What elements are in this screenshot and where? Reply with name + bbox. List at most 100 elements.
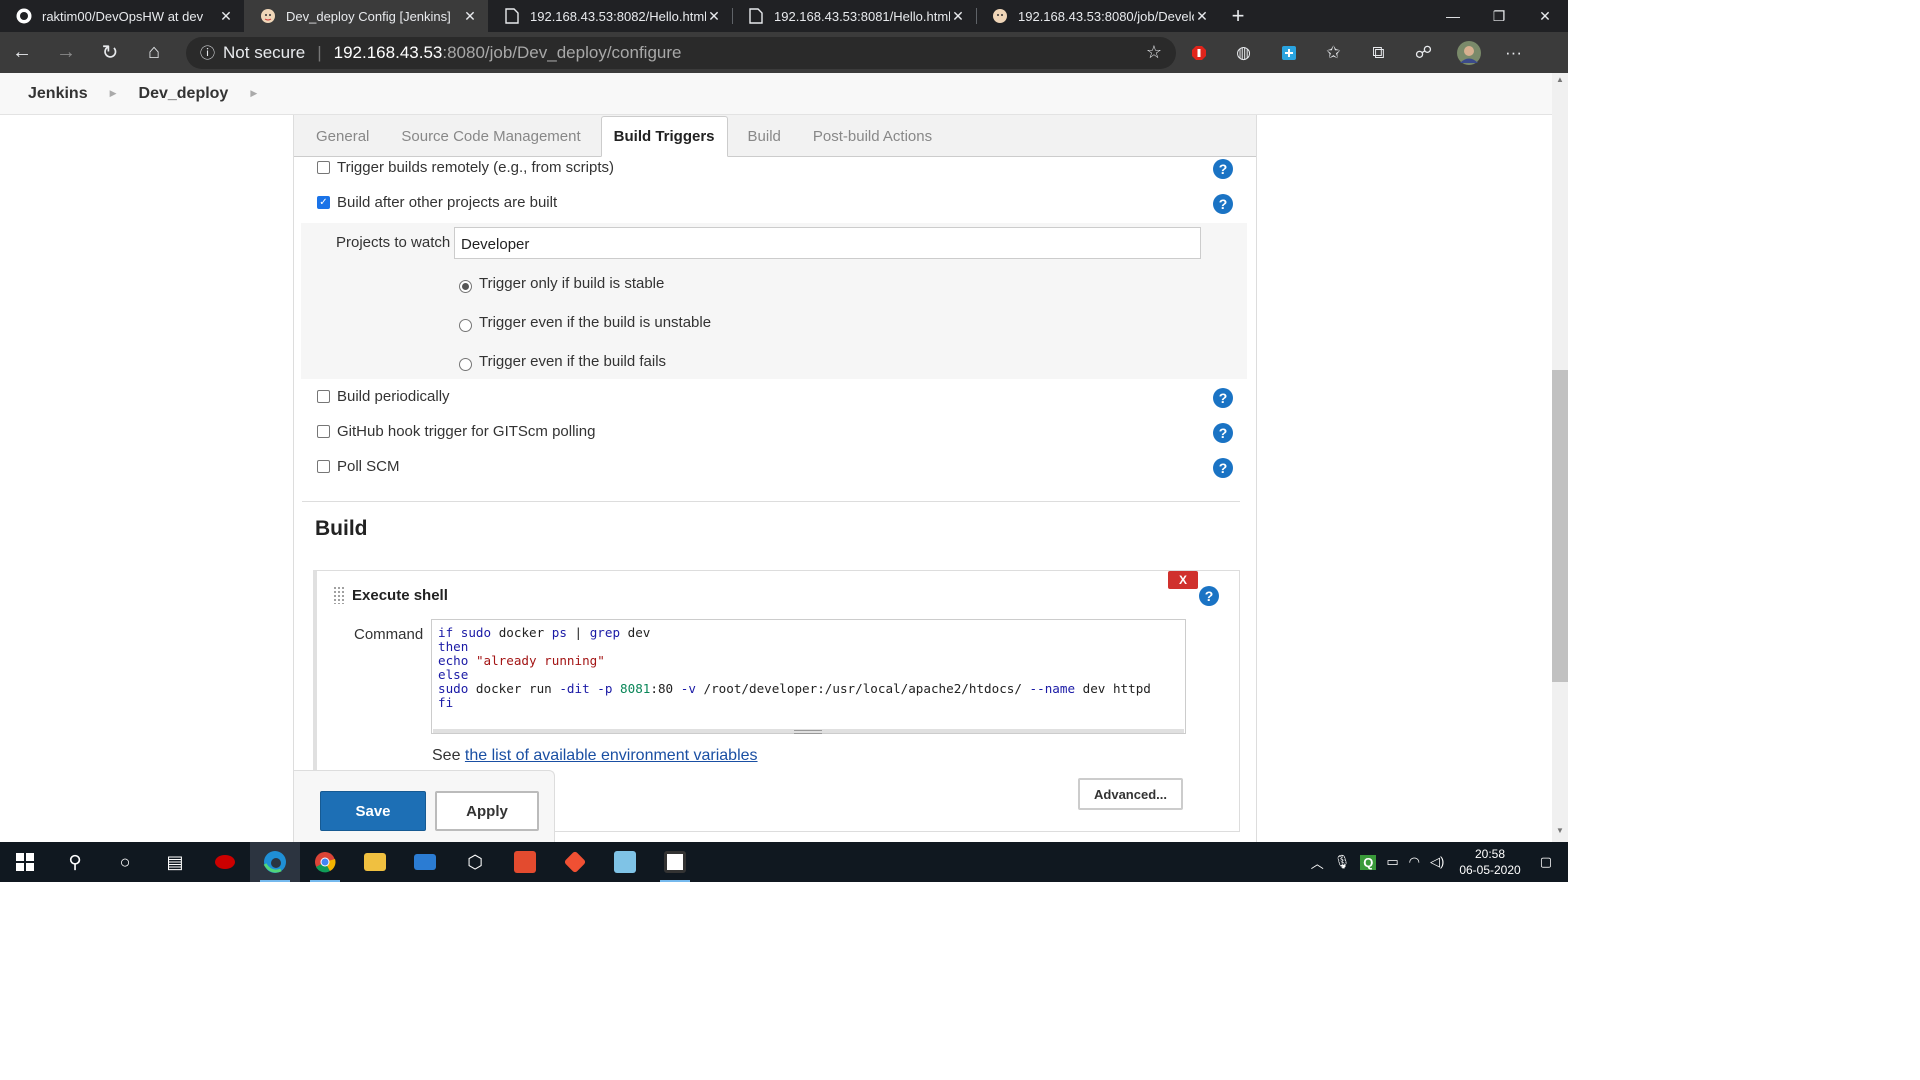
code-line: echo "already running"	[438, 653, 605, 668]
page-icon	[748, 8, 764, 24]
url-path: :8080/job/Dev_deploy/configure	[442, 42, 682, 62]
trigger-fails-radio[interactable]	[459, 358, 472, 371]
resize-handle[interactable]	[794, 730, 822, 734]
feedback-icon[interactable]: ☍	[1401, 32, 1446, 73]
scroll-down-icon[interactable]: ▼	[1552, 826, 1568, 840]
qbittorrent-icon[interactable]: Q	[1360, 854, 1377, 870]
github-icon	[16, 8, 32, 24]
window-close-icon[interactable]: ✕	[1522, 0, 1568, 32]
help-icon[interactable]: ?	[1213, 194, 1233, 214]
tab-source-code-management[interactable]: Source Code Management	[389, 116, 592, 156]
wifi-icon[interactable]: ◠	[1409, 854, 1420, 870]
task-view-icon[interactable]: ▤	[150, 842, 200, 882]
browser-tab-jenkins-config[interactable]: Dev_deploy Config [Jenkins] ✕	[244, 0, 488, 32]
battery-icon[interactable]: ▭	[1386, 854, 1398, 870]
file-explorer-icon[interactable]	[350, 842, 400, 882]
mail-icon[interactable]	[400, 842, 450, 882]
breadcrumb-job[interactable]: Dev_deploy	[139, 85, 229, 103]
favorite-star-icon[interactable]: ☆	[1146, 42, 1162, 63]
tab-title: 192.168.43.53:8081/Hello.html	[774, 8, 950, 24]
virtualbox-icon[interactable]: ⬡	[450, 842, 500, 882]
help-icon[interactable]: ?	[1213, 423, 1233, 443]
remote-desktop-icon[interactable]	[650, 842, 700, 882]
build-after-other-checkbox[interactable]	[317, 196, 330, 209]
trigger-stable-radio[interactable]	[459, 280, 472, 293]
poll-scm-row: Poll SCM	[317, 458, 400, 475]
trigger-fails-label: Trigger even if the build fails	[479, 353, 667, 370]
browser-tab-8081[interactable]: 192.168.43.53:8081/Hello.html ✕	[732, 0, 976, 32]
scroll-up-icon[interactable]: ▲	[1552, 75, 1568, 89]
poll-scm-checkbox[interactable]	[317, 460, 330, 473]
clock[interactable]: 20:58 06-05-2020	[1459, 846, 1520, 878]
chevron-up-icon[interactable]: ︿	[1311, 853, 1324, 872]
trigger-unstable-radio[interactable]	[459, 319, 472, 332]
projects-to-watch-label: Projects to watch	[336, 234, 451, 251]
code-line: else	[438, 667, 469, 682]
close-tab-icon[interactable]: ✕	[950, 8, 966, 25]
back-icon[interactable]: ←	[0, 32, 44, 73]
tab-general[interactable]: General	[304, 116, 381, 156]
apply-button[interactable]: Apply	[435, 791, 539, 831]
clock-time: 20:58	[1474, 847, 1506, 861]
microphone-icon[interactable]: 🎙	[1334, 854, 1351, 870]
browser-tab-jenkins-developer[interactable]: 192.168.43.53:8080/job/Develop ✕	[976, 0, 1220, 32]
restore-icon[interactable]: ❐	[1476, 0, 1522, 32]
home-icon[interactable]: ⌂	[132, 32, 176, 73]
git-icon[interactable]	[550, 842, 600, 882]
breadcrumb: Jenkins ▶ Dev_deploy ▶	[0, 73, 1552, 115]
refresh-icon[interactable]: ↻	[88, 32, 132, 73]
help-icon[interactable]: ?	[1199, 586, 1219, 606]
scrollbar-thumb[interactable]	[1552, 370, 1568, 682]
info-icon[interactable]: ⓘ	[200, 42, 215, 63]
close-tab-icon[interactable]: ✕	[218, 8, 234, 25]
breadcrumb-jenkins[interactable]: Jenkins	[28, 85, 88, 103]
profile-avatar[interactable]	[1446, 32, 1491, 73]
projects-to-watch-input[interactable]: Developer	[454, 227, 1201, 259]
command-label: Command	[354, 626, 424, 643]
adblock-extension-icon[interactable]	[1176, 32, 1221, 73]
advanced-button[interactable]: Advanced...	[1078, 778, 1183, 810]
chrome-icon[interactable]	[300, 842, 350, 882]
start-windows-icon[interactable]	[0, 842, 50, 882]
minimize-icon[interactable]: —	[1430, 0, 1476, 32]
notepad-icon[interactable]	[600, 842, 650, 882]
help-icon[interactable]: ?	[1213, 458, 1233, 478]
page-scrollbar[interactable]: ▲ ▼	[1552, 73, 1568, 842]
notifications-icon[interactable]: ▢	[1540, 854, 1552, 870]
browser-tab-github[interactable]: raktim00/DevOpsHW at dev ✕	[0, 0, 244, 32]
more-menu-icon[interactable]: ···	[1491, 32, 1536, 73]
forward-icon[interactable]: →	[44, 32, 88, 73]
tab-build[interactable]: Build	[736, 116, 793, 156]
search-icon[interactable]: ⚲	[50, 842, 100, 882]
save-button[interactable]: Save	[320, 791, 426, 831]
command-editor[interactable]: if sudo docker ps | grep dev then echo "…	[431, 619, 1186, 734]
build-section-title: Build	[315, 517, 368, 540]
edge-browser-icon[interactable]	[250, 842, 300, 882]
drag-handle-icon[interactable]	[333, 586, 345, 604]
trigger-remote-checkbox[interactable]	[317, 161, 330, 174]
redhat-icon[interactable]	[200, 842, 250, 882]
chevron-right-icon[interactable]: ▶	[250, 88, 257, 99]
translate-extension-icon[interactable]	[1266, 32, 1311, 73]
help-icon[interactable]: ?	[1213, 159, 1233, 179]
build-periodically-checkbox[interactable]	[317, 390, 330, 403]
env-vars-link[interactable]: the list of available environment variab…	[465, 747, 758, 764]
address-bar[interactable]: ⓘ Not secure | 192.168.43.53 :8080/job/D…	[186, 36, 1176, 69]
cortana-icon[interactable]: ○	[100, 842, 150, 882]
help-icon[interactable]: ?	[1213, 388, 1233, 408]
favorites-icon[interactable]: ✩	[1311, 32, 1356, 73]
tab-build-triggers[interactable]: Build Triggers	[600, 116, 728, 157]
close-tab-icon[interactable]: ✕	[462, 8, 478, 25]
github-hook-checkbox[interactable]	[317, 425, 330, 438]
volume-icon[interactable]: ◁)	[1430, 854, 1444, 870]
close-tab-icon[interactable]: ✕	[1194, 8, 1210, 25]
globe-extension-icon[interactable]: ◍	[1221, 32, 1266, 73]
delete-step-button[interactable]: X	[1168, 571, 1198, 589]
tab-post-build-actions[interactable]: Post-build Actions	[801, 116, 944, 156]
chevron-right-icon[interactable]: ▶	[110, 88, 117, 99]
app-icon[interactable]	[500, 842, 550, 882]
collections-icon[interactable]: ⧉	[1356, 32, 1401, 73]
close-tab-icon[interactable]: ✕	[706, 8, 722, 25]
new-tab-button[interactable]: +	[1222, 0, 1254, 32]
browser-tab-8082[interactable]: 192.168.43.53:8082/Hello.html ✕	[488, 0, 732, 32]
